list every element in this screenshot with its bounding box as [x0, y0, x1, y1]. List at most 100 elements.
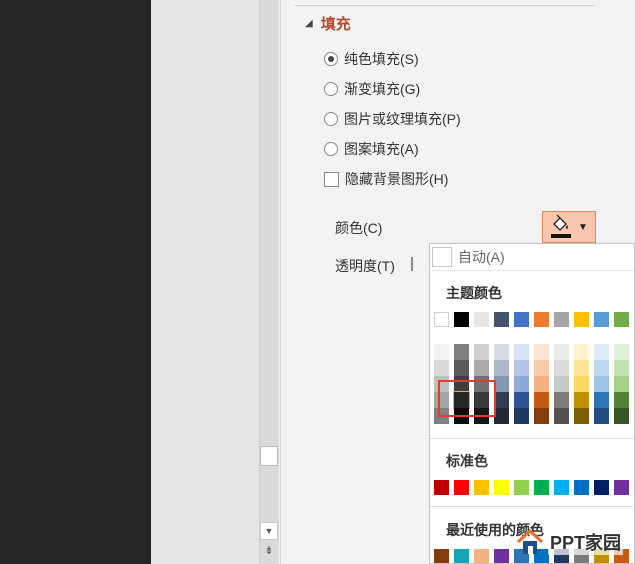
- theme-shade-swatch[interactable]: [474, 360, 489, 376]
- pane-divider: [295, 0, 595, 6]
- recent-color-swatch[interactable]: [494, 549, 509, 563]
- vertical-scrollbar[interactable]: ▼ ⇟: [259, 0, 279, 564]
- recent-color-swatch[interactable]: [454, 549, 469, 563]
- fill-section-title: 填充: [320, 15, 351, 33]
- theme-shade-swatch[interactable]: [614, 392, 629, 408]
- theme-shade-swatch[interactable]: [474, 344, 489, 360]
- scrollbar-thumb[interactable]: [260, 446, 278, 466]
- hide-background-label: 隐藏背景图形(H): [345, 171, 449, 187]
- theme-shade-swatch[interactable]: [594, 344, 609, 360]
- hide-background-option[interactable]: 隐藏背景图形(H): [324, 168, 448, 190]
- theme-shade-swatch[interactable]: [454, 344, 469, 360]
- solid-fill-radio[interactable]: [324, 52, 338, 66]
- pattern-fill-radio[interactable]: [324, 142, 338, 156]
- theme-shade-swatch[interactable]: [494, 392, 509, 408]
- picture-texture-fill-label: 图片或纹理填充(P): [344, 111, 461, 127]
- theme-shade-swatch[interactable]: [614, 376, 629, 392]
- theme-color-swatch[interactable]: [434, 312, 449, 327]
- theme-color-swatch[interactable]: [554, 312, 569, 327]
- standard-color-swatch[interactable]: [554, 480, 569, 495]
- automatic-color-label: 自动(A): [458, 249, 505, 265]
- theme-shade-swatch[interactable]: [554, 360, 569, 376]
- fill-section-header[interactable]: ◢ 填充: [305, 13, 351, 33]
- theme-shade-swatch[interactable]: [434, 360, 449, 376]
- theme-shade-swatch[interactable]: [534, 360, 549, 376]
- chevron-down-icon[interactable]: ▼: [578, 222, 588, 233]
- theme-color-swatch[interactable]: [514, 312, 529, 327]
- standard-color-swatch[interactable]: [574, 480, 589, 495]
- standard-color-swatch[interactable]: [534, 480, 549, 495]
- gradient-fill-label: 渐变填充(G): [344, 81, 421, 97]
- theme-shade-swatch[interactable]: [614, 360, 629, 376]
- automatic-color-option[interactable]: 自动(A): [430, 244, 634, 271]
- theme-shade-swatch[interactable]: [514, 360, 529, 376]
- theme-shade-swatch[interactable]: [494, 376, 509, 392]
- standard-colors-heading: 标准色: [446, 453, 488, 469]
- standard-color-swatch[interactable]: [494, 480, 509, 495]
- theme-shade-swatch[interactable]: [574, 344, 589, 360]
- theme-shade-swatch[interactable]: [534, 344, 549, 360]
- standard-color-swatch[interactable]: [434, 480, 449, 495]
- standard-color-swatch[interactable]: [514, 480, 529, 495]
- recent-color-swatch[interactable]: [434, 549, 449, 563]
- theme-shade-swatch[interactable]: [454, 360, 469, 376]
- fill-color-button[interactable]: ▼: [542, 211, 596, 243]
- solid-fill-option[interactable]: 纯色填充(S): [324, 48, 419, 70]
- theme-shade-swatch[interactable]: [614, 408, 629, 424]
- theme-shade-swatch[interactable]: [514, 408, 529, 424]
- hide-background-checkbox[interactable]: [324, 171, 339, 187]
- theme-shade-swatch[interactable]: [574, 376, 589, 392]
- theme-colors-heading: 主题颜色: [446, 285, 502, 301]
- ppt-home-watermark: PPT家园: [516, 526, 624, 558]
- theme-shade-swatch[interactable]: [494, 408, 509, 424]
- theme-color-swatch[interactable]: [534, 312, 549, 327]
- theme-shade-swatch[interactable]: [534, 408, 549, 424]
- theme-shade-swatch[interactable]: [594, 360, 609, 376]
- theme-shade-swatch[interactable]: [554, 408, 569, 424]
- menu-separator: [430, 506, 634, 507]
- standard-color-swatch[interactable]: [614, 480, 629, 495]
- theme-shade-swatch[interactable]: [574, 360, 589, 376]
- theme-shade-swatch[interactable]: [534, 392, 549, 408]
- theme-shade-swatch[interactable]: [594, 392, 609, 408]
- theme-color-swatch[interactable]: [454, 312, 469, 327]
- theme-shade-swatch[interactable]: [554, 392, 569, 408]
- automatic-color-swatch[interactable]: [432, 247, 452, 267]
- theme-shade-swatch[interactable]: [534, 376, 549, 392]
- standard-color-swatch[interactable]: [454, 480, 469, 495]
- picture-texture-fill-option[interactable]: 图片或纹理填充(P): [324, 108, 461, 130]
- theme-shade-swatch[interactable]: [494, 344, 509, 360]
- paint-bucket-icon: [550, 214, 572, 239]
- theme-shade-swatch[interactable]: [554, 376, 569, 392]
- theme-shade-swatch[interactable]: [434, 344, 449, 360]
- theme-shade-swatch[interactable]: [554, 344, 569, 360]
- recent-color-swatch[interactable]: [474, 549, 489, 563]
- color-picker-dropdown: 自动(A) 主题颜色 标准色 最近使用的颜色: [429, 243, 635, 564]
- scroll-down-arrow-icon[interactable]: ▼: [260, 522, 278, 540]
- picture-texture-fill-radio[interactable]: [324, 112, 338, 126]
- collapse-triangle-icon[interactable]: ◢: [305, 18, 313, 29]
- standard-color-swatch[interactable]: [594, 480, 609, 495]
- theme-shade-swatch[interactable]: [594, 408, 609, 424]
- theme-shade-swatch[interactable]: [574, 392, 589, 408]
- solid-fill-label: 纯色填充(S): [344, 51, 419, 67]
- theme-color-swatch[interactable]: [614, 312, 629, 327]
- theme-shade-swatch[interactable]: [614, 344, 629, 360]
- theme-shade-swatch[interactable]: [514, 344, 529, 360]
- gradient-fill-option[interactable]: 渐变填充(G): [324, 78, 420, 100]
- theme-shade-swatch[interactable]: [574, 408, 589, 424]
- color-label: 颜色(C): [335, 220, 383, 236]
- theme-shade-swatch[interactable]: [494, 360, 509, 376]
- next-slide-icon[interactable]: ⇟: [260, 543, 278, 561]
- theme-shade-swatch[interactable]: [514, 376, 529, 392]
- standard-color-swatch[interactable]: [474, 480, 489, 495]
- theme-color-swatch[interactable]: [594, 312, 609, 327]
- theme-color-swatch[interactable]: [474, 312, 489, 327]
- pattern-fill-option[interactable]: 图案填充(A): [324, 138, 419, 160]
- theme-color-swatch[interactable]: [494, 312, 509, 327]
- gradient-fill-radio[interactable]: [324, 82, 338, 96]
- transparency-slider[interactable]: [411, 257, 413, 271]
- theme-shade-swatch[interactable]: [594, 376, 609, 392]
- theme-color-swatch[interactable]: [574, 312, 589, 327]
- theme-shade-swatch[interactable]: [514, 392, 529, 408]
